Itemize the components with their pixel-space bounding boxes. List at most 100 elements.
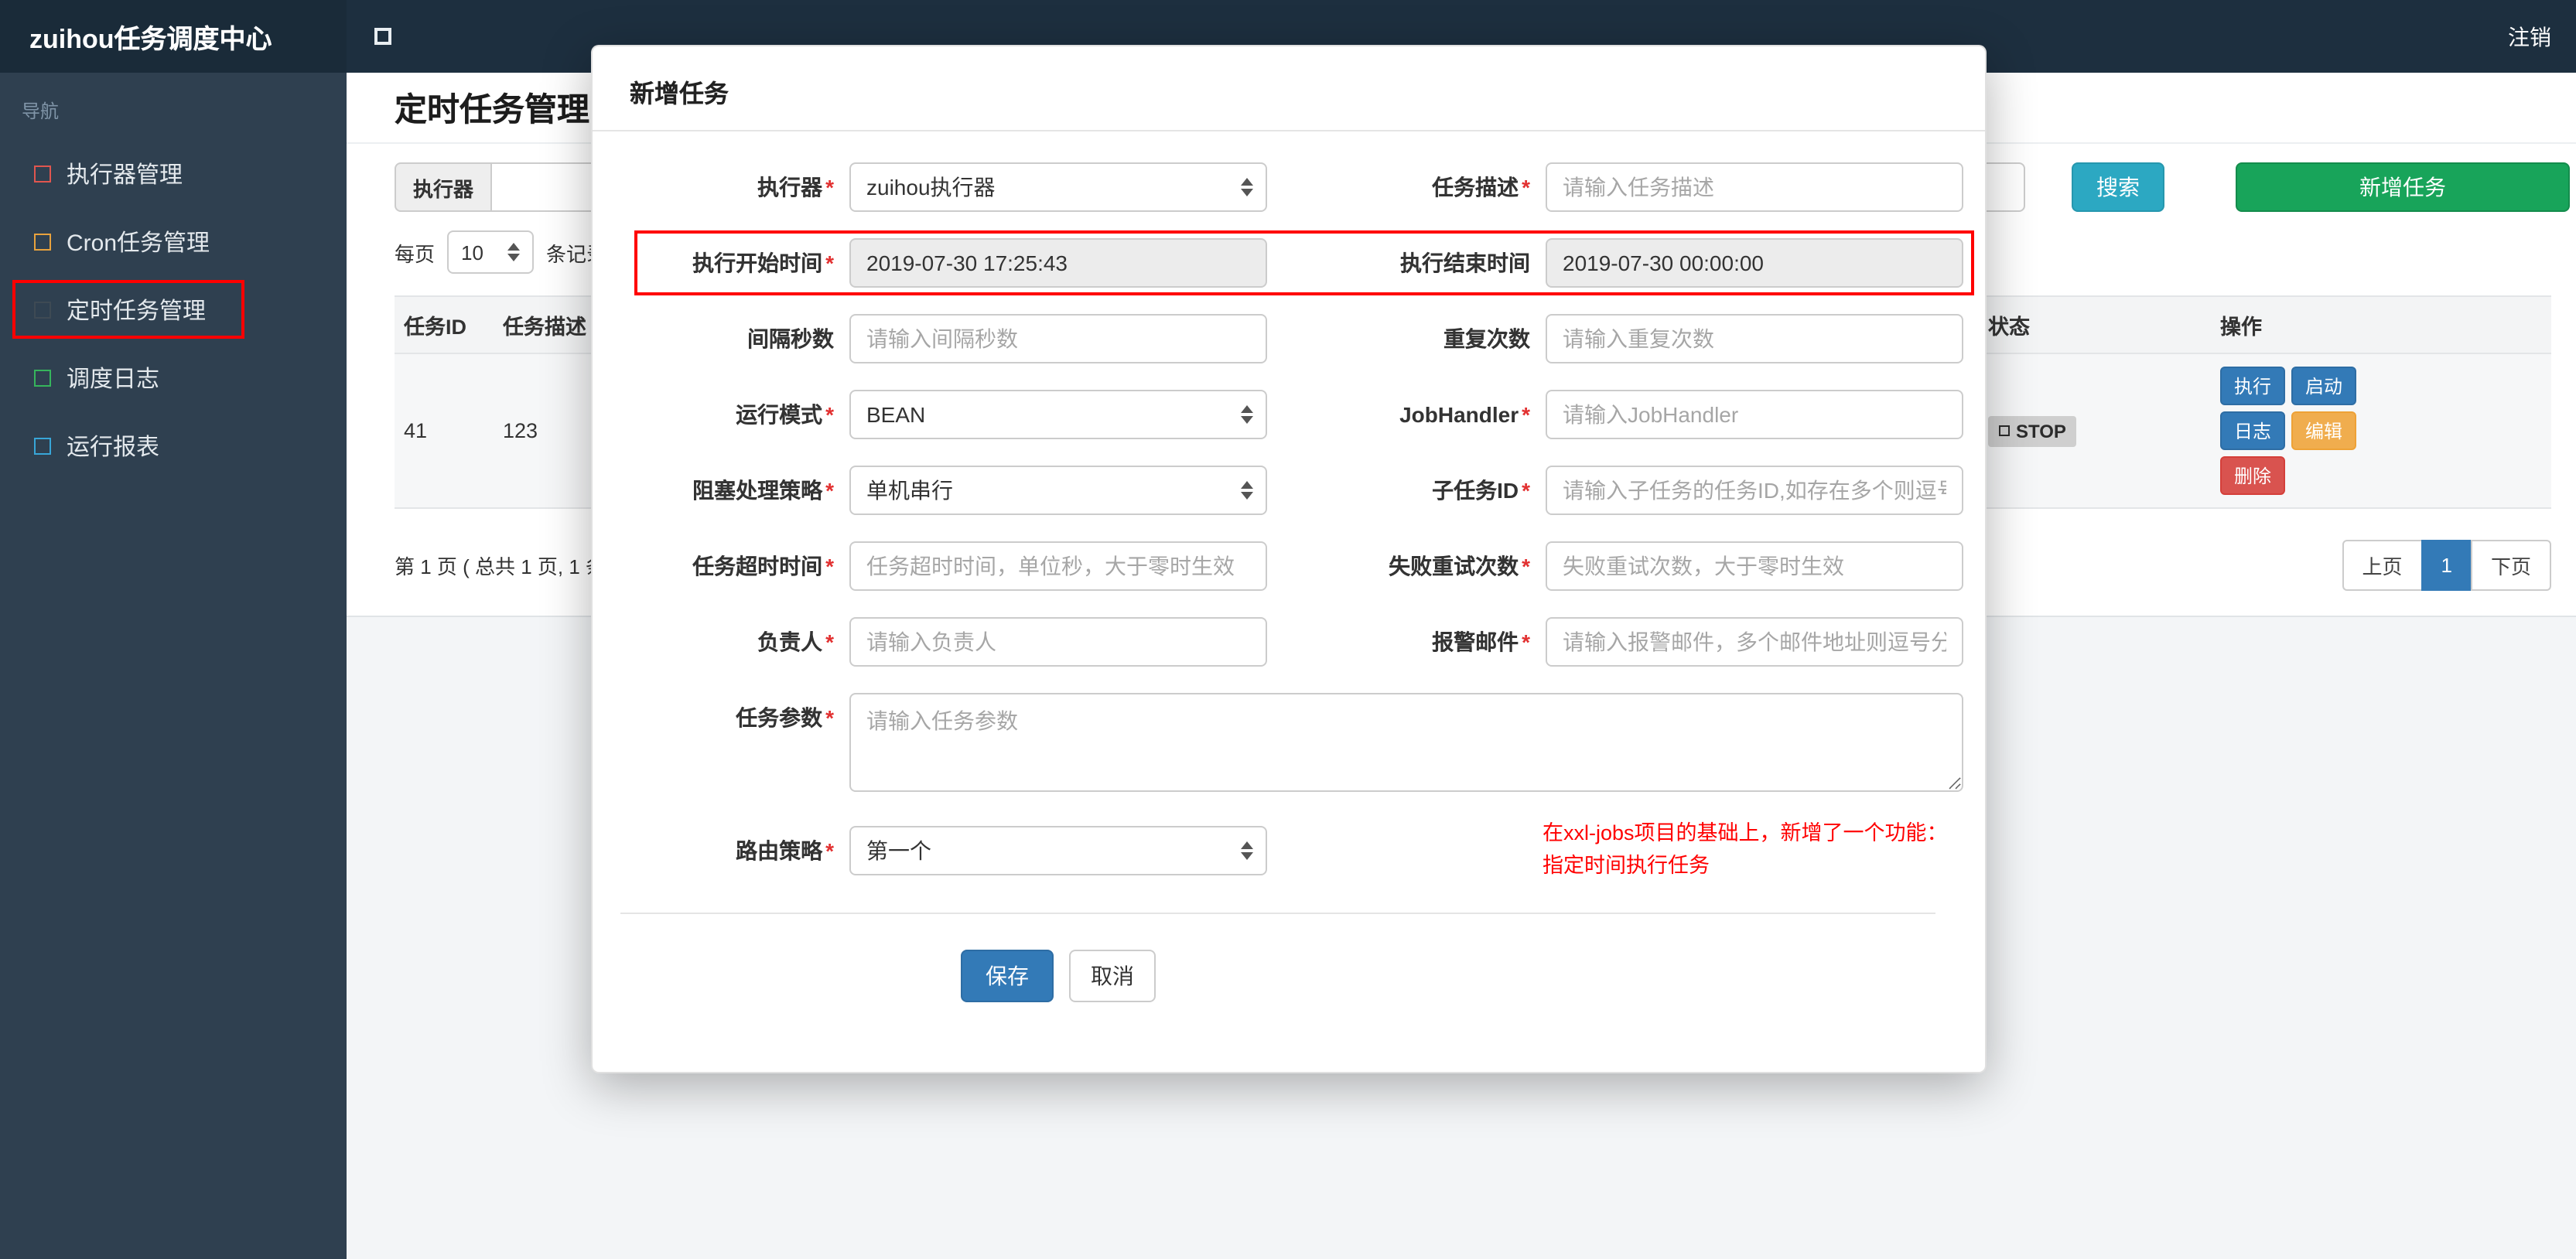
repeat-field-label: 重复次数 [1443, 326, 1530, 351]
jobhandler-input[interactable] [1546, 390, 1963, 439]
form-row-owner-email: 负责人* 报警邮件* [593, 617, 1963, 667]
select-arrows-icon [1241, 841, 1253, 860]
run-mode-select[interactable]: BEAN [849, 390, 1267, 439]
search-button[interactable]: 搜索 [2072, 162, 2164, 212]
col-header-status: 状态 [1988, 316, 2030, 339]
feature-note: 在xxl-jobs项目的基础上，新增了一个功能： 指定时间执行任务 [1543, 821, 1948, 877]
sidebar-item-executor-mgmt[interactable]: 执行器管理 [0, 139, 347, 207]
end-time-input[interactable] [1546, 238, 1963, 288]
logout-link[interactable]: 注销 [2508, 21, 2551, 52]
owner-field-label: 负责人 * [757, 630, 834, 654]
required-mark: * [825, 402, 834, 427]
start-button[interactable]: 启动 [2291, 367, 2357, 405]
child-id-input[interactable] [1546, 466, 1963, 515]
form-row-timeout-retry: 任务超时时间* 失败重试次数* [593, 541, 1963, 591]
square-icon [34, 437, 51, 454]
form-row-interval-repeat: 间隔秒数 重复次数 [593, 314, 1963, 363]
sidebar-toggle-icon[interactable] [374, 28, 391, 45]
status-badge: STOP [1988, 415, 2077, 446]
cancel-button[interactable]: 取消 [1069, 949, 1156, 1002]
per-page-prefix-label: 每页 [395, 242, 436, 265]
per-page-select[interactable]: 10 [447, 230, 535, 274]
sidebar-item-label: 定时任务管理 [67, 298, 207, 324]
form-row-route: 路由策略 * 第一个 在xxl-jobs项目的基础上，新增了一个功能： 指定时间执… [593, 818, 1960, 883]
col-header-actions: 操作 [2220, 316, 2262, 339]
jobhandler-field-label: JobHandler * [1399, 402, 1530, 427]
required-mark: * [825, 838, 834, 863]
select-arrows-icon [507, 243, 521, 261]
sidebar: 导航 执行器管理 Cron任务管理 定时任务管理 调度日志 运行报表 [0, 73, 347, 1259]
sidebar-item-cron-task-mgmt[interactable]: Cron任务管理 [0, 207, 347, 275]
cell-actions: 执行 启动 日志 编辑 删除 [2211, 354, 2551, 507]
task-desc-field-label: 任务描述 * [1432, 175, 1530, 200]
required-mark: * [825, 478, 834, 503]
edit-button[interactable]: 编辑 [2291, 411, 2357, 450]
timeout-field-label: 任务超时时间 * [692, 554, 834, 578]
select-arrows-icon [1241, 178, 1253, 196]
sidebar-item-dispatch-log[interactable]: 调度日志 [0, 343, 347, 411]
required-mark: * [1522, 630, 1530, 654]
page-1-button[interactable]: 1 [2421, 540, 2472, 591]
form-row-block-child: 阻塞处理策略 * 单机串行 子任务ID * [593, 466, 1963, 515]
required-mark: * [825, 630, 834, 654]
timeout-input[interactable] [849, 541, 1267, 591]
square-icon [1999, 425, 2010, 436]
executor-select[interactable]: zuihou执行器 [849, 162, 1267, 212]
log-button[interactable]: 日志 [2220, 411, 2286, 450]
save-button[interactable]: 保存 [961, 949, 1054, 1002]
block-strategy-select[interactable]: 单机串行 [849, 466, 1267, 515]
delete-button[interactable]: 删除 [2220, 456, 2286, 495]
modal-title: 新增任务 [630, 82, 729, 108]
run-mode-field-label: 运行模式 * [736, 402, 834, 427]
square-icon [374, 28, 391, 45]
form-row-params: 任务参数 * [593, 693, 1963, 792]
retry-field-label: 失败重试次数 * [1389, 554, 1530, 578]
add-task-modal: 新增任务 执行器* zuihou执行器 任务描述* 执行开始时间* 执行结束时间… [591, 45, 1987, 1073]
task-desc-input[interactable] [1546, 162, 1963, 212]
alarm-email-field-label: 报警邮件 * [1432, 630, 1530, 654]
child-id-field-label: 子任务ID * [1432, 478, 1530, 503]
owner-input[interactable] [849, 617, 1267, 667]
required-mark: * [825, 175, 834, 200]
add-task-button[interactable]: 新增任务 [2236, 162, 2570, 212]
alarm-email-input[interactable] [1546, 617, 1963, 667]
required-mark: * [1522, 175, 1530, 200]
prev-page-button[interactable]: 上页 [2342, 540, 2423, 591]
run-button[interactable]: 执行 [2220, 367, 2286, 405]
required-mark: * [825, 554, 834, 578]
sidebar-item-label: 调度日志 [67, 366, 160, 392]
route-strategy-field-label: 路由策略 * [736, 838, 834, 863]
form-row-buttons: 保存 取消 [593, 914, 1960, 1046]
interval-input[interactable] [849, 314, 1267, 363]
sidebar-item-label: Cron任务管理 [67, 230, 210, 256]
cell-task-id: 41 [404, 419, 428, 442]
sidebar-section-label: 导航 [22, 101, 60, 122]
cell-status: STOP [1979, 403, 2211, 459]
required-mark: * [1522, 554, 1530, 578]
route-strategy-select[interactable]: 第一个 [849, 825, 1267, 875]
square-icon [34, 369, 51, 386]
sidebar-item-scheduled-task-mgmt[interactable]: 定时任务管理 [0, 275, 347, 343]
next-page-button[interactable]: 下页 [2470, 540, 2551, 591]
required-mark: * [1522, 478, 1530, 503]
sidebar-item-run-report[interactable]: 运行报表 [0, 411, 347, 479]
sidebar-item-label: 执行器管理 [67, 162, 183, 188]
retry-input[interactable] [1546, 541, 1963, 591]
params-textarea[interactable] [849, 693, 1963, 792]
form-row-runmode-jobhandler: 运行模式 * BEAN JobHandler * [593, 390, 1963, 439]
required-mark: * [825, 251, 834, 275]
start-time-field-label: 执行开始时间 * [692, 251, 834, 275]
repeat-input[interactable] [1546, 314, 1963, 363]
sidebar-item-label: 运行报表 [67, 434, 160, 460]
start-time-input[interactable] [849, 238, 1267, 288]
square-icon [34, 165, 51, 182]
executor-field-label: 执行器 * [757, 175, 834, 200]
block-strategy-field-label: 阻塞处理策略 * [692, 478, 834, 503]
modal-body: 执行器* zuihou执行器 任务描述* 执行开始时间* 执行结束时间 间隔秒数… [593, 131, 1985, 1046]
form-row-time-range: 执行开始时间* 执行结束时间 [593, 230, 1974, 295]
col-header-task-id: 任务ID [404, 316, 466, 339]
square-icon [34, 233, 51, 250]
app-window: zuihou任务调度中心 注销 导航 执行器管理 Cron任务管理 定时任务管理… [0, 0, 2576, 1259]
select-arrows-icon [1241, 405, 1253, 424]
modal-header: 新增任务 [593, 46, 1985, 131]
